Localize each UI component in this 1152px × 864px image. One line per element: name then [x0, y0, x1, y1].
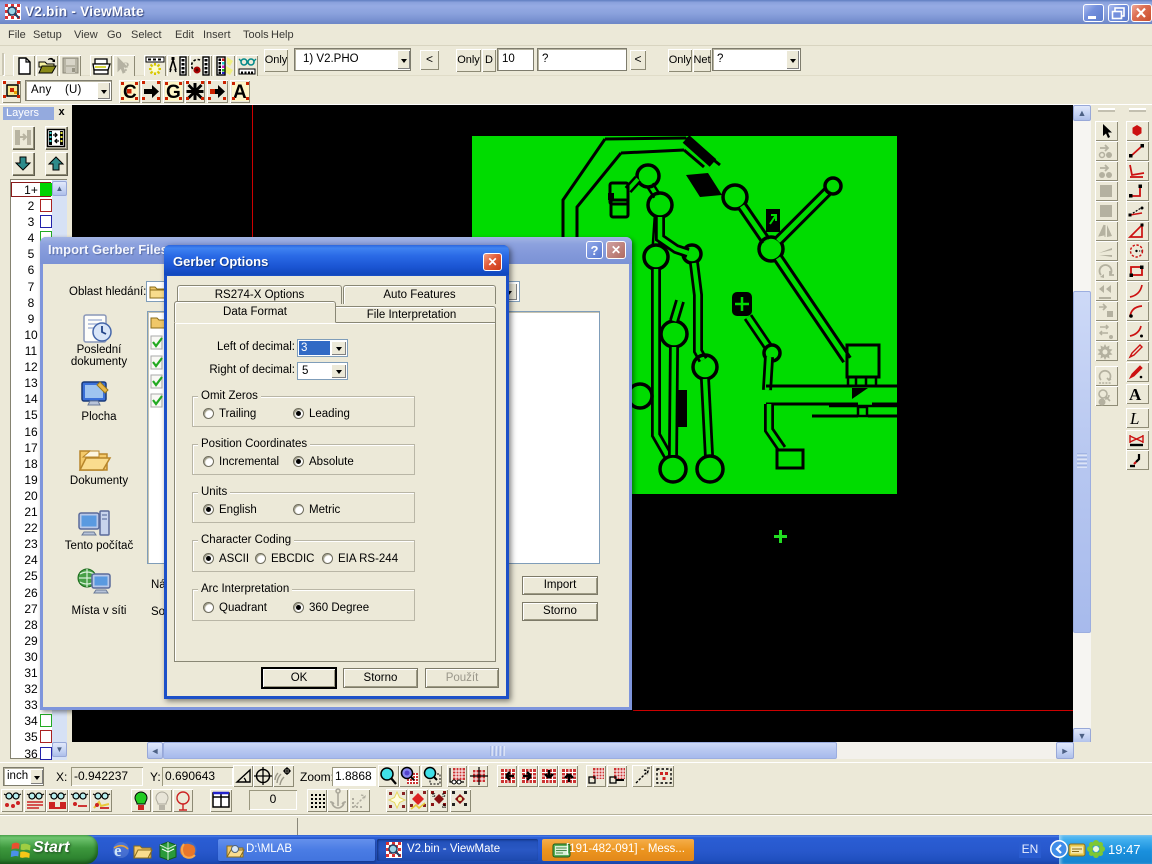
svg-text:?: ?	[123, 59, 130, 74]
svg-text:A: A	[233, 82, 247, 103]
svg-text:a: a	[442, 803, 446, 810]
svg-text:s: s	[432, 792, 436, 799]
svg-text:s: s	[442, 792, 446, 799]
svg-text:G: G	[166, 82, 181, 103]
svg-text:L: L	[1129, 409, 1139, 428]
svg-text:A: A	[1129, 385, 1142, 404]
svg-text:e: e	[114, 841, 122, 860]
